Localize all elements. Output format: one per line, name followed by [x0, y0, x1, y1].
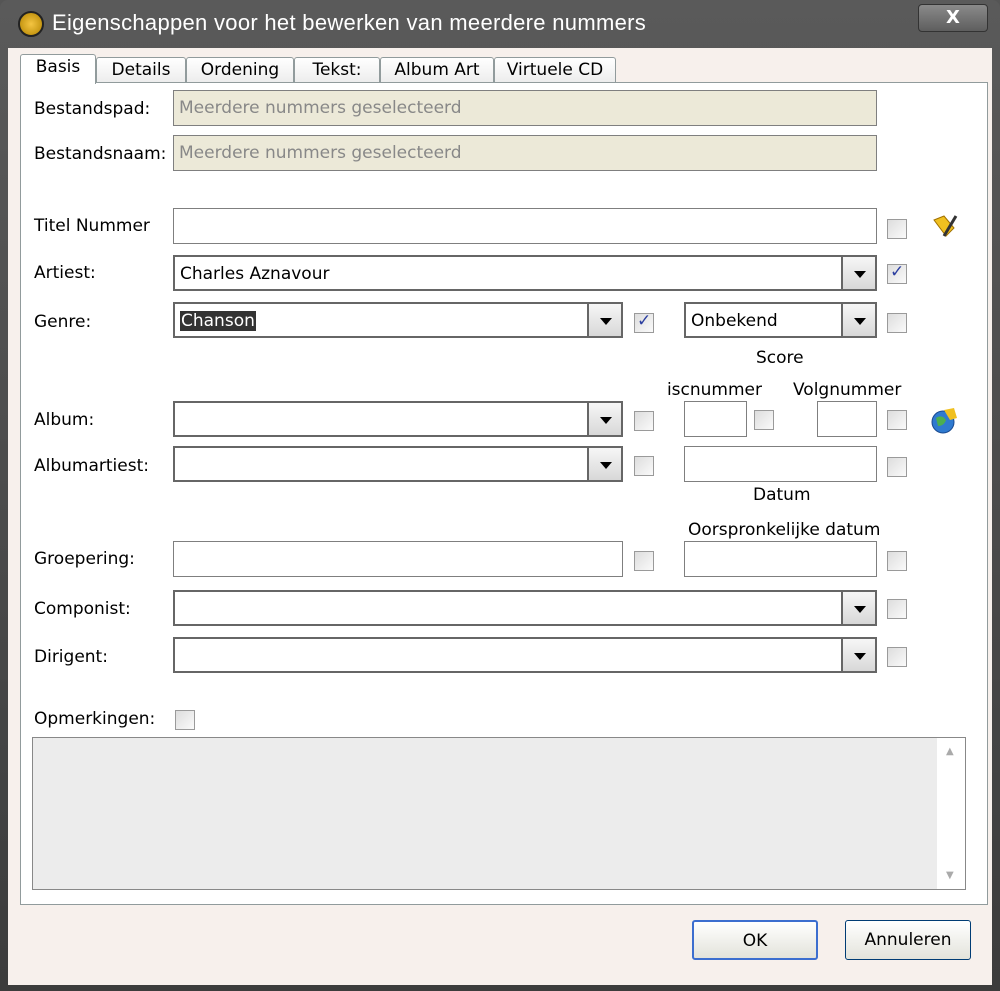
groepering-input[interactable]	[173, 541, 623, 577]
title-bar: Eigenschappen voor het bewerken van meer…	[0, 0, 1000, 48]
tab-details[interactable]: Details	[96, 57, 186, 83]
scroll-down-icon[interactable]: ▼	[946, 870, 954, 881]
artiest-dropdown[interactable]: Charles Aznavour	[173, 255, 877, 291]
cancel-button[interactable]: Annuleren	[845, 920, 971, 960]
artiest-label: Artiest:	[34, 263, 96, 283]
bestandsnaam-field[interactable]: Meerdere nummers geselecteerd	[173, 135, 877, 171]
discnummer-label: Discnummer	[666, 380, 762, 400]
datum-label: Datum	[753, 485, 811, 505]
titel-checkbox[interactable]	[887, 219, 907, 239]
chevron-down-icon[interactable]	[587, 448, 621, 480]
volgnummer-label: Volgnummer	[793, 380, 902, 400]
artiest-value: Charles Aznavour	[180, 264, 330, 284]
oorspronkelijke-datum-input[interactable]	[684, 541, 877, 577]
tab-basis[interactable]: Basis	[20, 54, 96, 84]
albumartiest-label: Albumartiest:	[34, 456, 149, 476]
opmerkingen-checkbox[interactable]	[175, 710, 195, 730]
score-value: Onbekend	[691, 311, 778, 331]
chevron-down-icon[interactable]	[841, 257, 875, 289]
dirigent-label: Dirigent:	[34, 647, 108, 667]
dirigent-checkbox[interactable]	[887, 647, 907, 667]
window-title: Eigenschappen voor het bewerken van meer…	[52, 10, 647, 35]
dirigent-dropdown[interactable]	[173, 637, 877, 673]
componist-label: Componist:	[34, 599, 131, 619]
score-dropdown[interactable]: Onbekend	[684, 302, 877, 338]
close-button[interactable]: X	[918, 4, 988, 32]
tag-edit-icon[interactable]	[930, 212, 958, 240]
scrollbar[interactable]: ▲ ▼	[937, 738, 965, 889]
chevron-down-icon[interactable]	[841, 304, 875, 336]
album-label: Album:	[34, 410, 95, 430]
albumartiest-dropdown[interactable]	[173, 446, 623, 482]
genre-dropdown[interactable]: Chanson	[173, 302, 623, 338]
ok-button[interactable]: OK	[692, 920, 818, 960]
opmerkingen-textarea[interactable]: ▲ ▼	[32, 737, 966, 890]
componist-dropdown[interactable]	[173, 590, 877, 626]
genre-label: Genre:	[34, 312, 92, 332]
titel-label: Titel Nummer	[34, 216, 150, 236]
componist-checkbox[interactable]	[887, 599, 907, 619]
titel-input[interactable]	[173, 208, 877, 244]
album-dropdown[interactable]	[173, 401, 623, 437]
volgnummer-input[interactable]	[817, 401, 877, 437]
discnummer-input[interactable]	[684, 401, 747, 437]
groepering-label: Groepering:	[34, 549, 135, 569]
tab-ordening[interactable]: Ordening	[186, 57, 294, 83]
groepering-checkbox[interactable]	[634, 551, 654, 571]
oorspronkelijke-datum-checkbox[interactable]	[887, 551, 907, 571]
score-checkbox[interactable]	[887, 313, 907, 333]
tab-album-art[interactable]: Album Art	[380, 57, 494, 83]
opmerkingen-label: Opmerkingen:	[34, 709, 156, 729]
web-lookup-icon[interactable]	[930, 406, 958, 434]
genre-value: Chanson	[180, 311, 256, 331]
chevron-down-icon[interactable]	[587, 403, 621, 435]
chevron-down-icon[interactable]	[841, 639, 875, 671]
datum-input[interactable]	[684, 446, 877, 482]
bestandspad-field[interactable]: Meerdere nummers geselecteerd	[173, 90, 877, 126]
tab-tekst[interactable]: Tekst:	[294, 57, 380, 83]
app-logo-icon	[18, 11, 44, 37]
volgnummer-checkbox[interactable]	[887, 410, 907, 430]
discnummer-checkbox[interactable]	[754, 410, 774, 430]
albumartiest-checkbox[interactable]	[634, 456, 654, 476]
oorspronkelijke-datum-label: Oorspronkelijke datum	[688, 520, 881, 540]
artiest-checkbox[interactable]	[887, 262, 907, 284]
album-checkbox[interactable]	[634, 411, 654, 431]
chevron-down-icon[interactable]	[587, 304, 621, 336]
bestandspad-label: Bestandspad:	[34, 99, 151, 119]
bestandsnaam-label: Bestandsnaam:	[34, 144, 167, 164]
tab-virtuele-cd[interactable]: Virtuele CD	[494, 57, 616, 83]
datum-checkbox[interactable]	[887, 457, 907, 477]
scroll-up-icon[interactable]: ▲	[946, 746, 954, 757]
chevron-down-icon[interactable]	[841, 592, 875, 624]
score-label: Score	[756, 348, 804, 368]
genre-checkbox[interactable]	[634, 311, 654, 333]
